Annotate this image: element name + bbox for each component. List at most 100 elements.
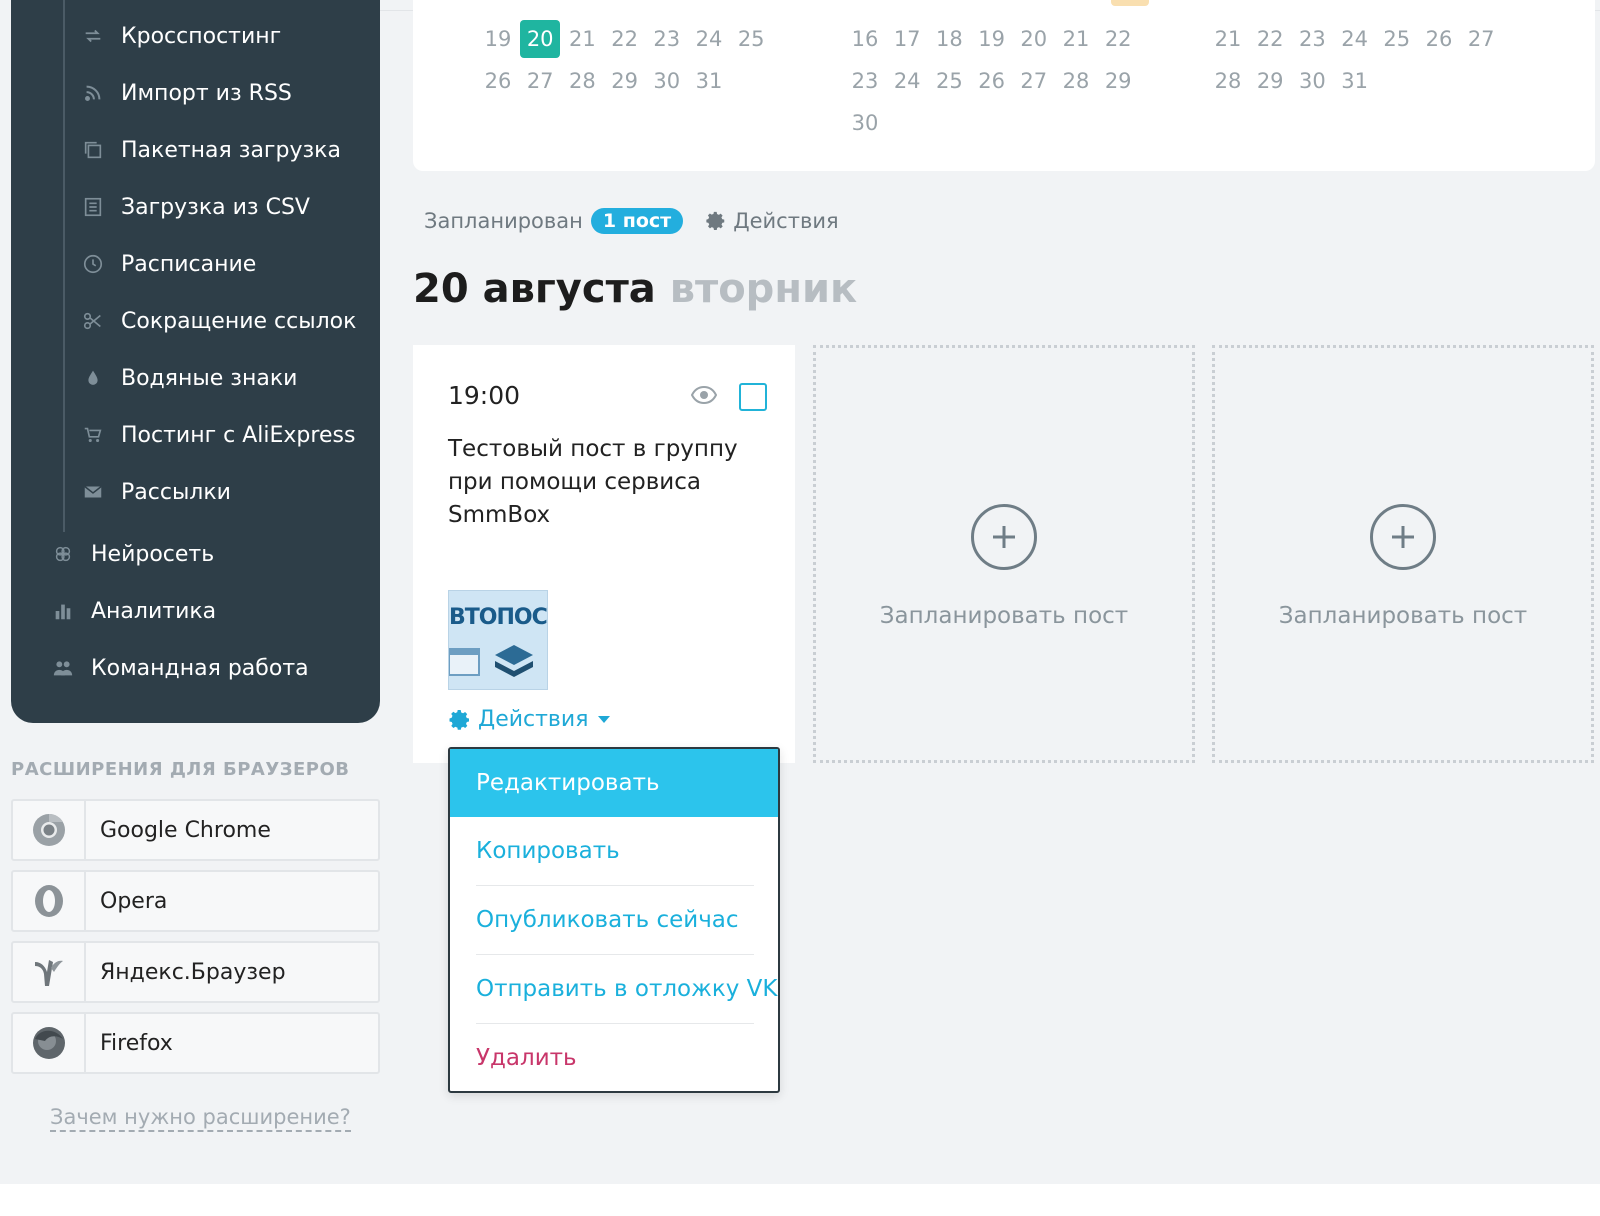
sidebar-item-label: Нейросеть xyxy=(91,541,215,567)
sidebar-item-crossposting[interactable]: Кросспостинг xyxy=(81,16,281,56)
calendar-day[interactable]: 23 xyxy=(1292,20,1332,58)
calendar-day[interactable]: 19 xyxy=(478,20,518,58)
chrome-icon xyxy=(13,801,86,859)
calendar-day[interactable]: 25 xyxy=(929,62,969,100)
calendar-day[interactable]: 21 xyxy=(1208,20,1248,58)
sidebar-item-mailings[interactable]: Рассылки xyxy=(81,472,231,512)
sidebar: Кросспостинг Импорт из RSS Пакетная загр… xyxy=(11,0,380,723)
extension-yandex[interactable]: Яндекс.Браузер xyxy=(11,941,380,1003)
sidebar-item-rss-import[interactable]: Импорт из RSS xyxy=(81,73,292,113)
post-card: 19:00 Тестовый пост в группу при помощи … xyxy=(413,345,795,763)
post-text: Тестовый пост в группу при помощи сервис… xyxy=(448,436,738,528)
calendar-day[interactable]: 21 xyxy=(1056,20,1096,58)
calendar-day[interactable]: 26 xyxy=(478,62,518,100)
calendar-day[interactable]: 25 xyxy=(1377,20,1417,58)
calendar-day[interactable]: 31 xyxy=(689,62,729,100)
firefox-icon xyxy=(13,1014,86,1072)
calendar-day[interactable]: 22 xyxy=(1250,20,1290,58)
sidebar-item-label: Аналитика xyxy=(91,598,217,624)
sidebar-item-aliexpress[interactable]: Постинг с AliExpress xyxy=(81,415,355,455)
schedule-post-slot[interactable]: Запланировать пост xyxy=(813,345,1195,763)
menu-item-send-to-vk-postponed[interactable]: Отправить в отложку VK xyxy=(450,955,778,1023)
clock-icon xyxy=(81,252,105,276)
sidebar-item-batch-upload[interactable]: Пакетная загрузка xyxy=(81,130,341,170)
calendar-day[interactable]: 31 xyxy=(1335,62,1375,100)
extension-firefox[interactable]: Firefox xyxy=(11,1012,380,1074)
post-actions-button[interactable]: Действия xyxy=(448,707,611,732)
calendar-day[interactable]: 27 xyxy=(1014,62,1054,100)
calendar-day[interactable]: 18 xyxy=(929,20,969,58)
brain-icon xyxy=(51,542,75,566)
calendar-day[interactable]: 26 xyxy=(1419,20,1459,58)
calendar-day[interactable]: 24 xyxy=(689,20,729,58)
calendar-day[interactable]: 29 xyxy=(605,62,645,100)
sidebar-item-watermarks[interactable]: Водяные знаки xyxy=(81,358,297,398)
calendar-day[interactable]: 21 xyxy=(562,20,602,58)
menu-item-edit[interactable]: Редактировать xyxy=(450,749,778,817)
extension-label: Firefox xyxy=(100,1030,173,1056)
sidebar-item-neural[interactable]: Нейросеть xyxy=(51,534,214,574)
day-date: 20 августа xyxy=(413,266,656,312)
calendar-day[interactable]: 26 xyxy=(972,62,1012,100)
calendar-day[interactable]: 30 xyxy=(845,104,885,142)
calendar-day[interactable]: 16 xyxy=(845,20,885,58)
rss-icon xyxy=(81,81,105,105)
calendar-day[interactable]: 24 xyxy=(1335,20,1375,58)
sidebar-item-label: Кросспостинг xyxy=(121,23,282,49)
sidebar-item-label: Пакетная загрузка xyxy=(121,137,341,163)
team-icon xyxy=(51,656,75,680)
calendar-day[interactable]: 23 xyxy=(845,62,885,100)
plus-icon xyxy=(1370,504,1436,570)
calendar-day-selected[interactable]: 20 xyxy=(520,20,561,58)
opera-icon xyxy=(13,872,86,930)
droplet-icon xyxy=(81,366,105,390)
calendar-day[interactable]: 22 xyxy=(605,20,645,58)
eye-icon[interactable] xyxy=(691,385,717,405)
calendar-day[interactable]: 20 xyxy=(1014,20,1054,58)
chevron-down-icon xyxy=(598,716,611,723)
post-actions-menu: Редактировать Копировать Опубликовать се… xyxy=(448,747,780,1093)
calendar-day[interactable]: 30 xyxy=(1292,62,1332,100)
why-extension-link[interactable]: Зачем нужно расширение? xyxy=(50,1105,351,1132)
calendar-day[interactable]: 19 xyxy=(972,20,1012,58)
status-actions-button[interactable]: Действия xyxy=(705,209,839,233)
post-actions-label: Действия xyxy=(478,707,589,732)
calendar-day[interactable]: 24 xyxy=(887,62,927,100)
yandex-browser-icon xyxy=(13,943,86,1001)
calendar-day[interactable]: 28 xyxy=(1208,62,1248,100)
bar-chart-icon xyxy=(51,599,75,623)
calendar-day[interactable]: 23 xyxy=(647,20,687,58)
menu-item-publish-now[interactable]: Опубликовать сейчас xyxy=(450,886,778,954)
thumbnail-stack-icon xyxy=(495,645,533,677)
post-thumbnail[interactable]: ВТОПОСТИ xyxy=(448,590,548,690)
sidebar-item-label: Водяные знаки xyxy=(121,365,298,391)
sidebar-item-label: Постинг с AliExpress xyxy=(121,422,356,448)
schedule-post-slot[interactable]: Запланировать пост xyxy=(1212,345,1594,763)
status-bar: Запланирован 1 пост Действия xyxy=(424,205,839,237)
calendar-day[interactable]: 30 xyxy=(647,62,687,100)
sidebar-item-csv-upload[interactable]: Загрузка из CSV xyxy=(81,187,310,227)
day-weekday: вторник xyxy=(669,266,858,312)
sidebar-item-schedule[interactable]: Расписание xyxy=(81,244,256,284)
menu-item-delete[interactable]: Удалить xyxy=(450,1024,778,1091)
calendar-day[interactable]: 28 xyxy=(1056,62,1096,100)
sidebar-item-link-shortener[interactable]: Сокращение ссылок xyxy=(81,301,356,341)
calendar-day[interactable]: 28 xyxy=(562,62,602,100)
calendar-day[interactable]: 17 xyxy=(887,20,927,58)
post-count-badge[interactable]: 1 пост xyxy=(590,208,684,234)
status-label: Запланирован xyxy=(424,209,583,233)
calendar-month-marker xyxy=(1111,0,1149,6)
calendar-day[interactable]: 27 xyxy=(520,62,560,100)
menu-item-copy[interactable]: Копировать xyxy=(450,817,778,885)
calendar-day[interactable]: 25 xyxy=(731,20,771,58)
calendar-day[interactable]: 29 xyxy=(1250,62,1290,100)
extension-opera[interactable]: Opera xyxy=(11,870,380,932)
sidebar-item-analytics[interactable]: Аналитика xyxy=(51,591,216,631)
extension-chrome[interactable]: Google Chrome xyxy=(11,799,380,861)
post-select-checkbox[interactable] xyxy=(739,383,767,411)
sidebar-item-label: Загрузка из CSV xyxy=(121,194,310,220)
calendar-day[interactable]: 22 xyxy=(1098,20,1138,58)
calendar-day[interactable]: 27 xyxy=(1461,20,1501,58)
calendar-day[interactable]: 29 xyxy=(1098,62,1138,100)
sidebar-item-teamwork[interactable]: Командная работа xyxy=(51,648,309,688)
